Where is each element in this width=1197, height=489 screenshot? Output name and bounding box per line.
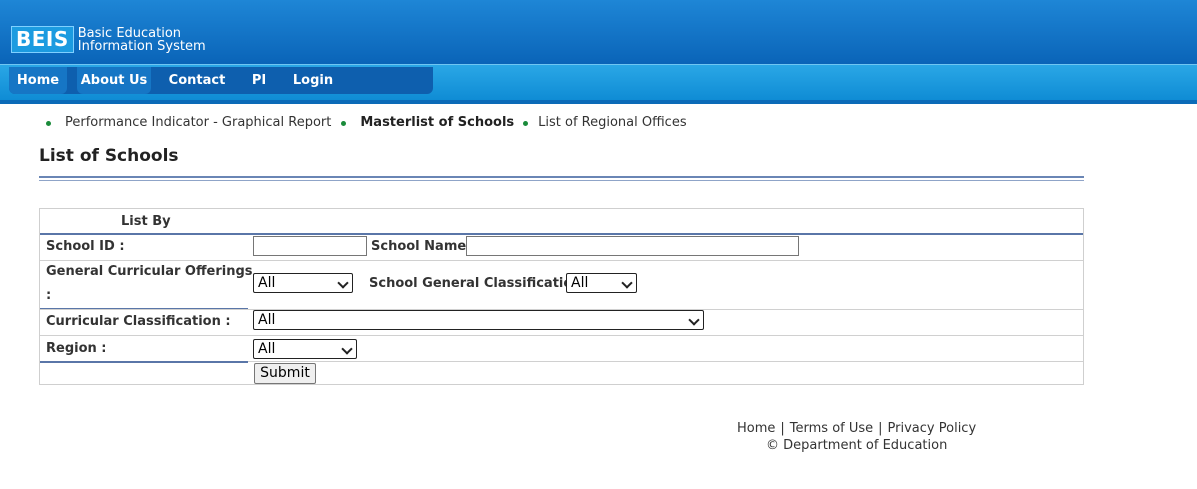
nav-bar: Home About Us Contact PI Login bbox=[0, 64, 1197, 101]
title-divider bbox=[39, 176, 1084, 178]
region-label: Region : bbox=[46, 341, 107, 356]
nav-contact[interactable]: Contact bbox=[166, 67, 228, 94]
footer-terms-link[interactable]: Terms of Use bbox=[790, 421, 873, 436]
sgc-select[interactable]: All bbox=[566, 273, 637, 293]
nav-about-us[interactable]: About Us bbox=[77, 67, 151, 94]
logo-line-2: Information System bbox=[77, 38, 206, 54]
school-id-label: School ID : bbox=[46, 239, 125, 254]
region-underline bbox=[40, 361, 248, 363]
cc-label: Curricular Classification : bbox=[46, 314, 231, 329]
chevron-down-icon bbox=[688, 314, 700, 326]
header-underline bbox=[40, 233, 1083, 235]
header-banner: BEIS Basic Education Information System bbox=[0, 0, 1197, 64]
nav-bottom-bar bbox=[0, 100, 1197, 104]
chevron-down-icon bbox=[621, 277, 633, 289]
title-divider-thin bbox=[39, 180, 1084, 181]
row-divider bbox=[248, 361, 1083, 362]
gco-label-colon: : bbox=[46, 288, 52, 303]
bullet-icon bbox=[46, 120, 51, 126]
link-regional-offices[interactable]: List of Regional Offices bbox=[538, 114, 686, 132]
sub-links: Performance Indicator - Graphical Report… bbox=[46, 114, 687, 132]
cc-select-value: All bbox=[258, 312, 276, 328]
search-form: List By School ID : School Name : Genera… bbox=[39, 208, 1084, 385]
gco-select[interactable]: All bbox=[253, 273, 353, 293]
sgc-label: School General Classification : bbox=[369, 276, 592, 291]
cc-select[interactable]: All bbox=[253, 310, 704, 330]
school-name-label: School Name : bbox=[371, 239, 476, 254]
footer-home-link[interactable]: Home bbox=[737, 421, 775, 436]
page-title: List of Schools bbox=[39, 146, 179, 166]
gco-select-value: All bbox=[258, 275, 276, 291]
link-performance-indicator[interactable]: Performance Indicator - Graphical Report bbox=[65, 114, 331, 132]
footer-links: Home | Terms of Use | Privacy Policy bbox=[737, 420, 976, 437]
row-divider bbox=[40, 260, 1083, 261]
submit-button[interactable]: Submit bbox=[254, 363, 316, 384]
nav-login[interactable]: Login bbox=[289, 67, 337, 94]
footer-copyright: © Department of Education bbox=[766, 438, 948, 453]
footer-privacy-link[interactable]: Privacy Policy bbox=[888, 421, 977, 436]
logo-mark: BEIS bbox=[11, 26, 74, 53]
row-divider bbox=[40, 335, 1083, 336]
region-select[interactable]: All bbox=[253, 339, 357, 359]
sgc-select-value: All bbox=[571, 275, 589, 291]
bullet-icon bbox=[523, 120, 529, 126]
nav-home[interactable]: Home bbox=[9, 67, 67, 94]
nav-pi[interactable]: PI bbox=[244, 67, 274, 94]
gco-label: General Curricular Offerings bbox=[46, 264, 253, 279]
list-by-header: List By bbox=[121, 214, 171, 229]
beis-logo[interactable]: BEIS Basic Education Information System bbox=[11, 26, 206, 53]
link-masterlist-of-schools[interactable]: Masterlist of Schools bbox=[360, 114, 514, 132]
logo-text: Basic Education Information System bbox=[78, 27, 206, 53]
footer-separator: | bbox=[780, 421, 785, 436]
footer-separator: | bbox=[878, 421, 883, 436]
bullet-icon bbox=[341, 120, 347, 126]
footer: Home | Terms of Use | Privacy Policy © Depar… bbox=[737, 420, 976, 454]
chevron-down-icon bbox=[341, 343, 353, 355]
logo-line-1: Basic Education bbox=[77, 25, 182, 41]
school-name-input[interactable] bbox=[466, 236, 799, 256]
school-id-input[interactable] bbox=[253, 236, 367, 256]
chevron-down-icon bbox=[337, 277, 349, 289]
region-select-value: All bbox=[258, 341, 276, 357]
